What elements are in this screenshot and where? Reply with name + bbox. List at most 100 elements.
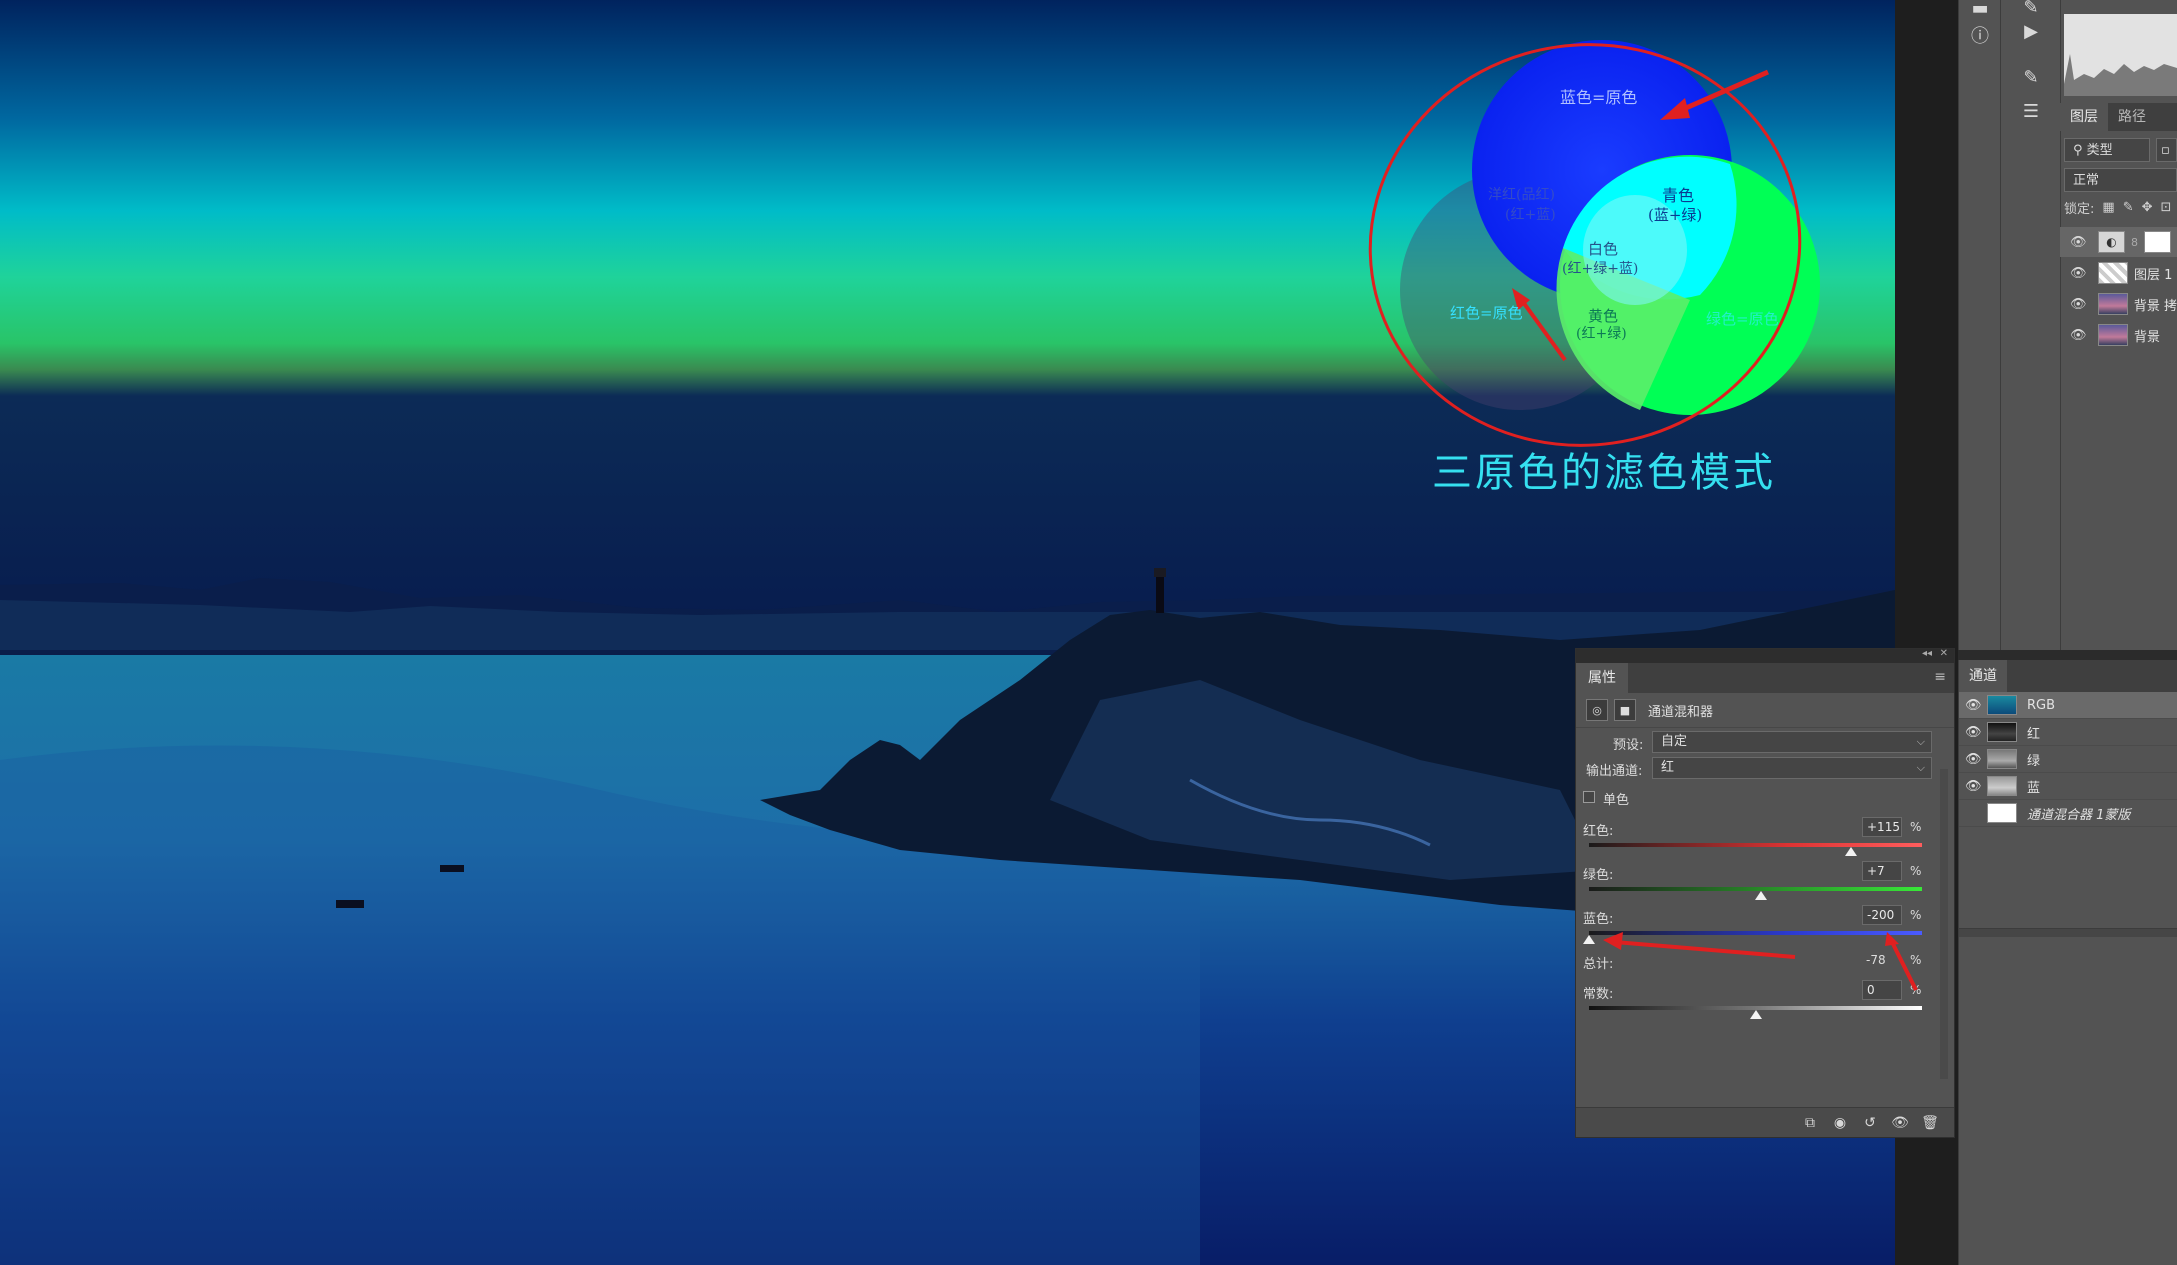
brush-preset-icon[interactable]: ✎ — [2016, 0, 2046, 18]
channel-mixer-adjustment-icon: ◐ — [2098, 231, 2126, 253]
layer-row-layer1[interactable]: 👁 图层 1 — [2060, 258, 2177, 288]
red-label: 红色: — [1583, 824, 1614, 839]
channel-name: 通道混合器 1蒙版 — [2027, 807, 2131, 823]
blue-slider-knob[interactable] — [1583, 935, 1595, 944]
channel-thumb — [1987, 695, 2017, 715]
red-slider-knob[interactable] — [1845, 847, 1858, 856]
visibility-eye-icon[interactable]: 👁 — [2070, 235, 2087, 250]
info-icon[interactable]: ⓘ — [1965, 20, 1995, 50]
visibility-eye-icon[interactable]: 👁 — [1965, 779, 1982, 794]
trash-icon[interactable]: 🗑 — [1920, 1115, 1940, 1131]
histogram — [2064, 14, 2177, 96]
chevron-down-icon: ⌵ — [1916, 761, 1925, 774]
lock-row: 锁定: ▦ ✎ ✥ ⊡ — [2064, 198, 2171, 217]
channels-panel: 通道 👁 RGB 👁 红 👁 绿 👁 蓝 通道混合器 1蒙版 — [1958, 660, 2177, 1265]
green-value-field[interactable]: +7 — [1862, 861, 1902, 881]
preset-dropdown[interactable]: 自定 ⌵ — [1652, 731, 1932, 753]
search-icon: ⚲ — [2073, 143, 2087, 158]
adjustment-title: 通道混和器 — [1648, 704, 1714, 720]
tab-paths[interactable]: 路径 — [2108, 103, 2156, 131]
visibility-eye-icon[interactable]: 👁 — [1965, 752, 1982, 767]
channel-mixer-icon: ◎ — [1586, 699, 1608, 721]
channel-name: RGB — [2027, 697, 2056, 713]
red-slider-track[interactable] — [1589, 843, 1922, 847]
output-channel-label: 输出通道: — [1586, 764, 1643, 779]
monochrome-row: 单色 — [1576, 785, 1956, 809]
layer-name: 图层 1 — [2134, 267, 2173, 283]
constant-value-field[interactable]: 0 — [1862, 980, 1902, 1000]
tab-layers[interactable]: 图层 — [2060, 103, 2108, 131]
visibility-eye-icon[interactable]: 👁 — [2070, 328, 2087, 343]
filter-toggle[interactable]: ▫ — [2156, 138, 2177, 162]
blend-mode-dropdown[interactable]: 正常 — [2064, 168, 2177, 192]
channels-tabbar: 通道 — [1959, 660, 2177, 692]
output-channel-value: 红 — [1661, 760, 1675, 775]
view-previous-state-icon[interactable]: ◉ — [1830, 1115, 1850, 1131]
clip-to-layer-icon[interactable]: ⧉ — [1800, 1115, 1820, 1131]
chevron-down-icon: ⌵ — [1916, 735, 1925, 748]
layer-filter-dropdown[interactable]: ⚲ 类型 — [2064, 138, 2150, 162]
layer-row-background-copy[interactable]: 👁 背景 拷 — [2060, 289, 2177, 319]
layer-name: 背景 — [2134, 329, 2161, 345]
green-label: 绿色: — [1583, 868, 1614, 883]
channel-row-green[interactable]: 👁 绿 — [1959, 746, 2177, 773]
visibility-eye-icon[interactable]: 👁 — [2070, 297, 2087, 312]
layer-row-background[interactable]: 👁 背景 — [2060, 320, 2177, 350]
actions-play-icon[interactable]: ▶ — [2016, 14, 2046, 48]
channel-row-red[interactable]: 👁 红 — [1959, 719, 2177, 746]
channel-row-blue[interactable]: 👁 蓝 — [1959, 773, 2177, 800]
properties-panel: ◂◂ ✕ 属性 ≡ ◎ ■ 通道混和器 预设: 自定 ⌵ 输出通道: 红 ⌵ 单色 … — [1575, 648, 1955, 1138]
total-value: -78 — [1866, 953, 1886, 967]
layer-thumb — [2098, 293, 2128, 315]
lock-position-icon[interactable]: ✥ — [2142, 200, 2153, 215]
output-channel-dropdown[interactable]: 红 ⌵ — [1652, 757, 1932, 779]
channel-thumb — [1987, 749, 2017, 769]
blue-value-field[interactable]: -200 — [1862, 905, 1902, 925]
adjustment-header: ◎ ■ 通道混和器 — [1576, 693, 1954, 728]
red-percent: % — [1910, 820, 1922, 834]
visibility-eye-icon[interactable]: 👁 — [1965, 725, 1982, 740]
panel-icon-strip-2: ✎ ▶ ✎ ☰ — [2000, 0, 2061, 650]
channel-name: 绿 — [2027, 753, 2041, 769]
adjustments-sliders-icon[interactable]: ☰ — [2016, 94, 2046, 128]
layer-row-adjustment[interactable]: 👁 ◐ 8 — [2060, 227, 2177, 257]
lock-artboard-icon[interactable]: ⊡ — [2161, 200, 2172, 215]
layer-thumb — [2098, 262, 2128, 284]
channel-thumb — [1987, 803, 2017, 823]
clone-source-icon[interactable]: ▬ — [1965, 0, 1995, 19]
green-slider-knob[interactable] — [1755, 891, 1768, 900]
link-chain-icon[interactable]: 8 — [2131, 236, 2140, 249]
visibility-eye-icon[interactable]: 👁 — [1890, 1115, 1910, 1131]
mask-icon[interactable]: ■ — [1614, 699, 1636, 721]
tab-channels[interactable]: 通道 — [1959, 660, 2007, 692]
red-value-field[interactable]: +115 — [1862, 817, 1902, 837]
layer-mask-thumb[interactable] — [2143, 231, 2171, 253]
lock-brush-icon[interactable]: ✎ — [2123, 200, 2134, 215]
visibility-eye-icon[interactable]: 👁 — [2070, 266, 2087, 281]
panel-menu-icon[interactable]: ≡ — [1934, 669, 1946, 685]
panel-icon-strip: ▬ ⓘ — [1958, 0, 2001, 650]
close-icon[interactable]: ✕ — [1940, 648, 1948, 659]
properties-footer: ⧉ ◉ ↺ 👁 🗑 — [1576, 1107, 1954, 1137]
tab-properties[interactable]: 属性 — [1576, 663, 1628, 693]
preset-label: 预设: — [1613, 738, 1644, 753]
brush-settings-icon[interactable]: ✎ — [2016, 60, 2046, 94]
monochrome-checkbox[interactable] — [1583, 791, 1595, 803]
channel-row-rgb[interactable]: 👁 RGB — [1959, 692, 2177, 719]
lock-transparent-icon[interactable]: ▦ — [2102, 200, 2114, 215]
scrollbar[interactable] — [1940, 769, 1948, 1079]
blue-label: 蓝色: — [1583, 912, 1614, 927]
channel-name: 红 — [2027, 726, 2041, 742]
panel-title-bar: ◂◂ ✕ — [1576, 648, 1954, 663]
output-channel-row: 输出通道: 红 ⌵ — [1576, 756, 1956, 780]
blue-slider-track[interactable] — [1589, 931, 1922, 935]
visibility-eye-icon[interactable]: 👁 — [1965, 698, 1982, 713]
channel-thumb — [1987, 776, 2017, 796]
constant-slider-knob[interactable] — [1749, 1010, 1762, 1019]
reset-icon[interactable]: ↺ — [1860, 1115, 1880, 1131]
channel-row-mask[interactable]: 通道混合器 1蒙版 — [1959, 800, 2177, 827]
collapse-icon[interactable]: ◂◂ — [1922, 648, 1932, 659]
channel-thumb — [1987, 722, 2017, 742]
green-row: 绿色: +7 % — [1576, 860, 1956, 884]
blue-percent: % — [1910, 908, 1922, 922]
